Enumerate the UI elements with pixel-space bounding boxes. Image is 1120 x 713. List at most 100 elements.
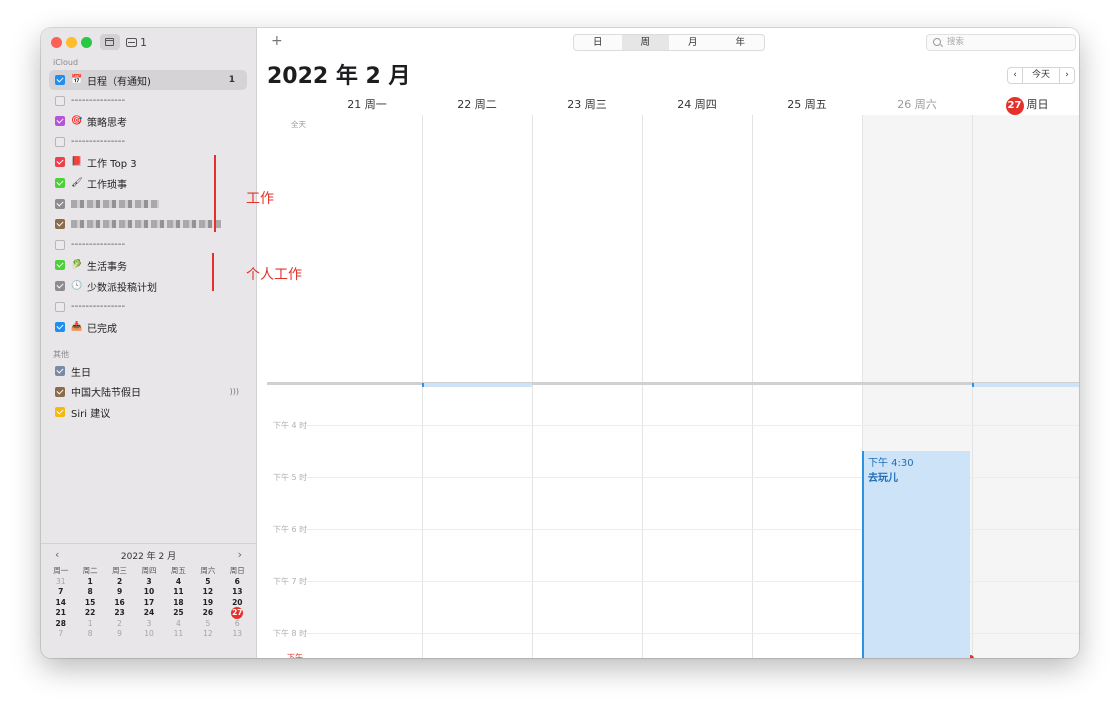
calendar-item[interactable]: 🥬 生活事务 (49, 255, 247, 275)
other-calendar-item[interactable]: 生日 (49, 361, 247, 381)
mini-calendar-day[interactable]: 15 (75, 598, 104, 608)
event-stub[interactable] (422, 383, 532, 387)
calendar-item[interactable]: 🕓 少数派投稿计划 (49, 276, 247, 296)
mini-calendar-day[interactable]: 8 (75, 629, 104, 639)
mini-calendar-day[interactable]: 12 (193, 629, 222, 639)
calendar-checkbox[interactable] (55, 407, 65, 418)
mini-calendar-day[interactable]: 13 (223, 587, 252, 597)
calendar-item[interactable]: --------------- (49, 91, 247, 111)
mini-calendar-day[interactable]: 2 (105, 619, 134, 629)
mini-calendar-day[interactable]: 9 (105, 629, 134, 639)
mini-calendar-day[interactable]: 13 (223, 629, 252, 639)
mini-calendar-day[interactable]: 27 (223, 607, 252, 619)
mini-calendar-day[interactable]: 20 (223, 598, 252, 608)
mini-calendar-day[interactable]: 6 (223, 619, 252, 629)
calendar-checkbox[interactable] (55, 386, 65, 397)
mini-calendar-day[interactable]: 18 (164, 598, 193, 608)
mini-calendar-day[interactable]: 23 (105, 608, 134, 618)
mini-calendar-day[interactable]: 25 (164, 608, 193, 618)
close-button[interactable] (51, 37, 62, 48)
mini-calendar-day[interactable]: 17 (134, 598, 163, 608)
mini-calendar-day[interactable]: 11 (164, 629, 193, 639)
calendar-item[interactable] (49, 194, 247, 214)
calendar-checkbox[interactable] (55, 178, 65, 188)
calendar-checkbox[interactable] (55, 157, 65, 168)
calendar-checkbox[interactable] (55, 116, 65, 127)
mini-calendar-day[interactable]: 14 (46, 598, 75, 608)
day-header-fri[interactable]: 25 周五 (752, 96, 862, 112)
mini-calendar-day[interactable]: 11 (164, 587, 193, 597)
day-header-sat[interactable]: 26 周六 (862, 96, 972, 112)
calendar-item[interactable]: --------------- (49, 132, 247, 152)
view-year[interactable]: 年 (717, 35, 765, 50)
mini-calendar-day[interactable]: 4 (164, 619, 193, 629)
mini-calendar-day[interactable]: 3 (134, 619, 163, 629)
calendar-checkbox[interactable] (55, 75, 65, 85)
view-day[interactable]: 日 (574, 35, 622, 50)
calendar-checkbox[interactable] (55, 198, 65, 209)
calendar-checkbox[interactable] (55, 366, 65, 376)
mini-calendar-day[interactable]: 2 (105, 577, 134, 587)
day-header-thu[interactable]: 24 周四 (642, 96, 752, 112)
calendar-item[interactable]: 📥 已完成 (49, 317, 247, 337)
calendar-item[interactable]: 🎯 策略思考 (49, 111, 247, 131)
mini-next-button[interactable]: › (238, 548, 242, 561)
event-block[interactable]: 下午 4:30 去玩儿 (862, 451, 970, 658)
calendar-item[interactable]: 📕 工作 Top 3 (49, 152, 247, 172)
view-week[interactable]: 周 (621, 35, 669, 50)
today-button[interactable]: 今天 (1023, 67, 1059, 84)
calendar-checkbox[interactable] (55, 239, 65, 250)
mini-calendar-day[interactable]: 4 (164, 577, 193, 587)
mini-calendar-day[interactable]: 28 (46, 619, 75, 629)
next-week-button[interactable]: › (1059, 67, 1075, 84)
calendar-checkbox[interactable] (55, 260, 65, 271)
calendar-item[interactable]: --------------- (49, 235, 247, 255)
mini-calendar-day[interactable]: 7 (46, 629, 75, 639)
calendar-list-toggle[interactable] (100, 34, 120, 50)
mini-calendar-day[interactable]: 9 (105, 587, 134, 597)
calendar-checkbox[interactable] (55, 95, 65, 106)
day-header-tue[interactable]: 22 周二 (422, 96, 532, 112)
mini-calendar-day[interactable]: 16 (105, 598, 134, 608)
mini-calendar-day[interactable]: 22 (75, 608, 104, 618)
mini-calendar-day[interactable]: 3 (134, 577, 163, 587)
calendar-checkbox[interactable] (55, 322, 65, 333)
calendar-item[interactable] (49, 214, 247, 234)
calendar-item[interactable]: 🖌 工作琐事 (49, 173, 247, 193)
week-grid[interactable]: 全天 下午 4 时 下午 5 时 下午 6 时 下午 7 时 下午 8 时 下午… (257, 115, 1079, 658)
search-field[interactable]: 搜索 (926, 34, 1076, 51)
mini-calendar-day[interactable]: 21 (46, 608, 75, 618)
day-header-mon[interactable]: 21 周一 (312, 96, 422, 112)
calendar-checkbox[interactable] (55, 219, 65, 230)
calendar-item[interactable]: --------------- (49, 297, 247, 317)
other-calendar-item[interactable]: 中国大陆节假日))) (49, 382, 247, 402)
mini-calendar-day[interactable]: 10 (134, 587, 163, 597)
mini-calendar-day[interactable]: 5 (193, 619, 222, 629)
mini-calendar-day[interactable]: 5 (193, 577, 222, 587)
mini-calendar-day[interactable]: 19 (193, 598, 222, 608)
day-header-sun[interactable]: 27 周日 (972, 96, 1079, 115)
add-event-button[interactable]: + (271, 33, 283, 49)
mini-calendar-day[interactable]: 12 (193, 587, 222, 597)
day-header-wed[interactable]: 23 周三 (532, 96, 642, 112)
mini-calendar-day[interactable]: 8 (75, 587, 104, 597)
mini-calendar-day[interactable]: 7 (46, 587, 75, 597)
mini-calendar-day[interactable]: 24 (134, 608, 163, 618)
minimize-button[interactable] (66, 37, 77, 48)
inbox-button[interactable]: 1 (126, 34, 147, 50)
zoom-button[interactable] (81, 37, 92, 48)
calendar-checkbox[interactable] (55, 301, 65, 312)
calendar-item[interactable]: 📅 日程（有通知) 1 (49, 70, 247, 90)
prev-week-button[interactable]: ‹ (1007, 67, 1023, 84)
mini-calendar-day[interactable]: 1 (75, 619, 104, 629)
mini-calendar-day[interactable]: 31 (46, 577, 75, 587)
mini-calendar-day[interactable]: 10 (134, 629, 163, 639)
other-calendar-item[interactable]: Siri 建议 (49, 402, 247, 422)
mini-calendar-day[interactable]: 6 (223, 577, 252, 587)
calendar-checkbox[interactable] (55, 281, 65, 291)
view-month[interactable]: 月 (669, 35, 717, 50)
mini-calendar-day[interactable]: 26 (193, 608, 222, 618)
event-stub[interactable] (972, 383, 1079, 387)
mini-calendar-day[interactable]: 1 (75, 577, 104, 587)
calendar-checkbox[interactable] (55, 136, 65, 147)
